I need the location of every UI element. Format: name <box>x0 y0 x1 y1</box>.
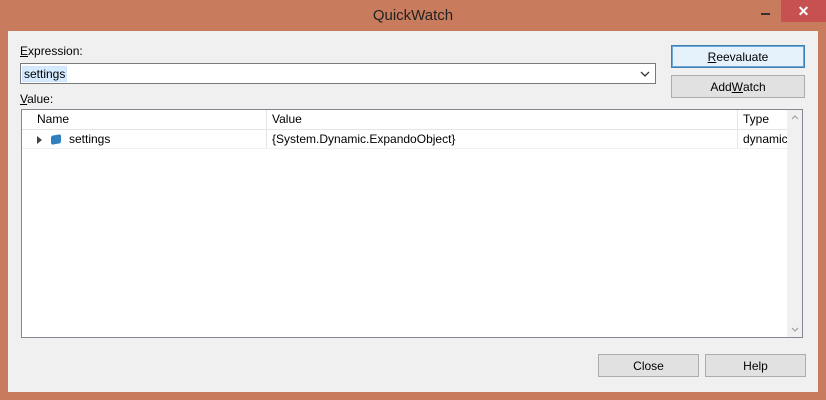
expand-arrow-icon[interactable] <box>37 135 42 144</box>
scroll-up-icon[interactable] <box>787 110 802 125</box>
dialog-client: Expression: settings Value: Reevaluate A… <box>8 31 818 392</box>
close-glyph: ✕ <box>797 2 810 19</box>
expression-combobox[interactable]: settings <box>20 63 656 84</box>
close-button[interactable]: Close <box>598 354 699 377</box>
value-label: Value: <box>20 92 54 106</box>
column-header-value[interactable]: Value <box>267 110 738 129</box>
grid-header: Name Value Type <box>22 110 788 130</box>
chevron-down-icon[interactable] <box>638 66 652 81</box>
reevaluate-button[interactable]: Reevaluate <box>671 45 805 68</box>
quickwatch-window: QuickWatch ✕ Expression: settings Value:… <box>0 0 826 400</box>
expression-input[interactable]: settings <box>21 66 68 82</box>
expression-label: Expression: <box>20 44 83 58</box>
column-header-name[interactable]: Name <box>32 110 267 129</box>
add-watch-button[interactable]: Add Watch <box>671 75 805 98</box>
window-title: QuickWatch <box>372 7 454 24</box>
scroll-down-icon[interactable] <box>787 322 802 337</box>
cell-value[interactable]: {System.Dynamic.ExpandoObject} <box>267 130 738 148</box>
watch-grid[interactable]: Name Value Type settings {System.Dynamic… <box>21 109 803 338</box>
table-row[interactable]: settings {System.Dynamic.ExpandoObject} … <box>22 130 788 149</box>
minimize-icon[interactable] <box>752 0 778 22</box>
vertical-scrollbar[interactable] <box>787 110 802 337</box>
row-name: settings <box>69 132 111 146</box>
close-icon[interactable]: ✕ <box>781 0 826 22</box>
object-icon <box>51 134 61 146</box>
title-bar[interactable]: QuickWatch ✕ <box>0 0 826 31</box>
help-button[interactable]: Help <box>705 354 806 377</box>
cell-name: settings <box>32 130 267 148</box>
